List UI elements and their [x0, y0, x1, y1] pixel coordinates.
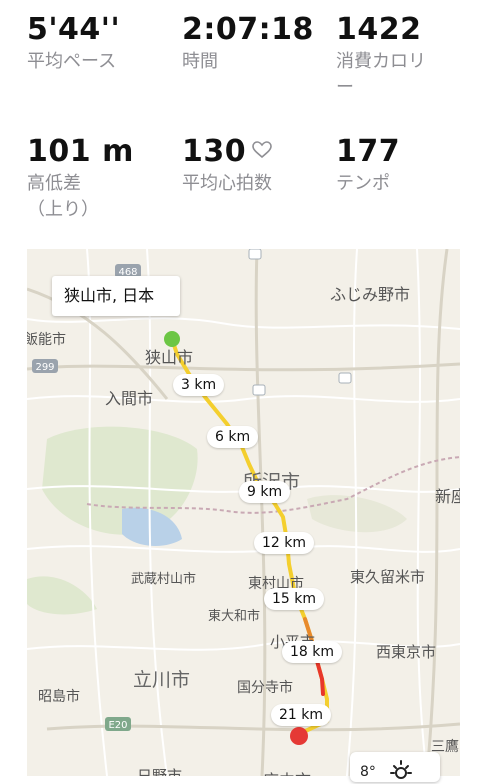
elevation-label: 高低差 [27, 173, 81, 194]
elevation-value: 101 m [27, 134, 134, 169]
place-higashiyamato: 東大和市 [208, 609, 261, 624]
place-kokubunji: 国分寺市 [237, 680, 293, 696]
place-hanno: 飯能市 [27, 332, 66, 348]
place-fujimino: ふじみ野市 [330, 285, 411, 304]
heart-icon [252, 140, 272, 158]
stat-pace: 5'44'' 平均ペース [27, 14, 120, 75]
place-sayama: 狭山市 [145, 348, 194, 367]
stat-heart-rate: 130 平均心拍数 [182, 136, 272, 197]
place-iruma: 入間市 [105, 389, 154, 408]
km-marker-6: 6 km [207, 426, 259, 448]
location-callout[interactable]: 狭山市, 日本 [52, 276, 180, 316]
pace-value: 5'44'' [27, 12, 121, 47]
road-e20-label: E20 [108, 720, 127, 731]
cadence-value: 177 [336, 134, 401, 169]
km-marker-21: 21 km [271, 704, 332, 726]
km-marker-3: 3 km [173, 374, 225, 396]
stat-time: 2:07:18 時間 [182, 14, 314, 75]
km-marker-18: 18 km [282, 641, 343, 663]
place-higashikurume: 東久留米市 [350, 568, 426, 586]
place-akishima: 昭島市 [38, 689, 80, 705]
pace-label: 平均ペース [27, 51, 117, 72]
weather-chip: 8° [350, 752, 440, 782]
weather-temp: 8° [360, 764, 376, 780]
km-marker-12: 12 km [254, 532, 315, 554]
time-value: 2:07:18 [182, 12, 314, 47]
road-299-label: 299 [35, 362, 54, 373]
place-nishitokyo: 西東京市 [376, 643, 437, 661]
calories-label-cont: ー [336, 77, 354, 98]
end-marker[interactable] [290, 727, 308, 745]
place-fuchu: 府中市 [263, 767, 311, 776]
stat-elevation: 101 m 高低差 （上り） [27, 136, 134, 223]
cadence-label: テンポ [336, 173, 390, 194]
km-marker-9: 9 km [239, 481, 291, 503]
place-musashimurayama: 武蔵村山市 [131, 572, 197, 587]
calories-label: 消費カロリ [336, 51, 426, 72]
sun-icon [390, 760, 412, 779]
place-tachikawa: 立川市 [133, 669, 191, 691]
heart-rate-label: 平均心拍数 [182, 173, 272, 194]
time-label: 時間 [182, 51, 218, 72]
km-marker-15: 15 km [264, 588, 325, 610]
stat-calories: 1422 消費カロリ ー [336, 14, 426, 101]
place-nii: 新座 [435, 487, 460, 506]
route-map[interactable]: 468 299 E20 ふじみ野市 狭山市 入間市 所沢市 新座 飯能市 武蔵村… [27, 249, 460, 776]
heart-rate-value: 130 [182, 134, 247, 169]
elevation-label-cont: （上り） [27, 199, 99, 220]
calories-value: 1422 [336, 12, 422, 47]
stat-cadence: 177 テンポ [336, 136, 400, 197]
place-hino: 日野市 [137, 767, 183, 776]
